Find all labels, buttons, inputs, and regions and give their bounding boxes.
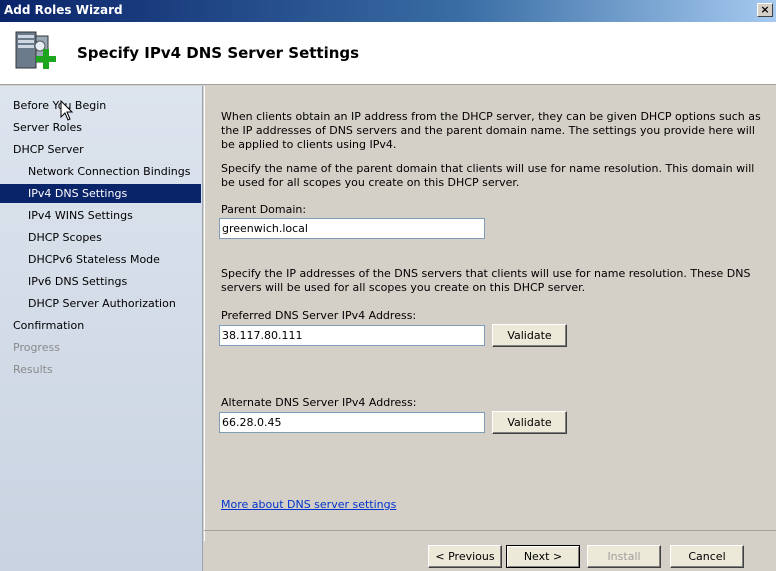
step-ipv6-dns-settings[interactable]: IPv6 DNS Settings bbox=[0, 272, 201, 291]
step-confirmation[interactable]: Confirmation bbox=[0, 316, 201, 335]
server-add-icon bbox=[15, 31, 56, 69]
close-icon: × bbox=[760, 3, 770, 16]
alternate-dns-label: Alternate DNS Server IPv4 Address: bbox=[221, 396, 417, 409]
parent-domain-label: Parent Domain: bbox=[221, 203, 307, 216]
validate-preferred-button[interactable]: Validate bbox=[492, 324, 567, 347]
more-about-dns-link[interactable]: More about DNS server settings bbox=[221, 498, 396, 511]
step-dhcp-server-authorization[interactable]: DHCP Server Authorization bbox=[0, 294, 201, 313]
install-button: Install bbox=[587, 545, 661, 568]
step-progress: Progress bbox=[13, 341, 60, 354]
wizard-header: Specify IPv4 DNS Server Settings bbox=[0, 22, 776, 85]
preferred-dns-input[interactable]: 38.117.80.111 bbox=[219, 325, 485, 346]
cancel-button[interactable]: Cancel bbox=[670, 545, 744, 568]
mouse-cursor-icon bbox=[60, 100, 74, 121]
step-before-you-begin[interactable]: Before You Begin bbox=[0, 96, 201, 115]
validate-alternate-button[interactable]: Validate bbox=[492, 411, 567, 434]
step-dhcpv6-stateless-mode[interactable]: DHCPv6 Stateless Mode bbox=[0, 250, 201, 269]
step-results: Results bbox=[13, 363, 53, 376]
wizard-content: When clients obtain an IP address from t… bbox=[204, 86, 776, 541]
step-dhcp-scopes[interactable]: DHCP Scopes bbox=[0, 228, 201, 247]
close-button[interactable]: × bbox=[757, 3, 773, 17]
step-ipv4-wins-settings[interactable]: IPv4 WINS Settings bbox=[0, 206, 201, 225]
intro-text: When clients obtain an IP address from t… bbox=[221, 110, 761, 151]
dns-description: Specify the IP addresses of the DNS serv… bbox=[221, 267, 751, 294]
wizard-steps-sidebar: Before You Begin Server Roles DHCP Serve… bbox=[0, 86, 203, 571]
step-server-roles[interactable]: Server Roles bbox=[0, 118, 201, 137]
domain-description: Specify the name of the parent domain th… bbox=[221, 162, 755, 189]
alternate-dns-input[interactable]: 66.28.0.45 bbox=[219, 412, 485, 433]
previous-button[interactable]: < Previous bbox=[428, 545, 502, 568]
page-title: Specify IPv4 DNS Server Settings bbox=[77, 44, 360, 62]
step-ipv4-dns-settings[interactable]: IPv4 DNS Settings bbox=[0, 184, 201, 203]
wizard-footer: < Previous Next > Install Cancel bbox=[204, 530, 776, 571]
next-button[interactable]: Next > bbox=[506, 545, 580, 568]
preferred-dns-label: Preferred DNS Server IPv4 Address: bbox=[221, 309, 417, 322]
window-title: Add Roles Wizard bbox=[4, 3, 123, 17]
step-network-connection-bindings[interactable]: Network Connection Bindings bbox=[0, 162, 201, 181]
title-bar: Add Roles Wizard × bbox=[0, 0, 776, 22]
step-dhcp-server[interactable]: DHCP Server bbox=[0, 140, 201, 159]
parent-domain-input[interactable]: greenwich.local bbox=[219, 218, 485, 239]
